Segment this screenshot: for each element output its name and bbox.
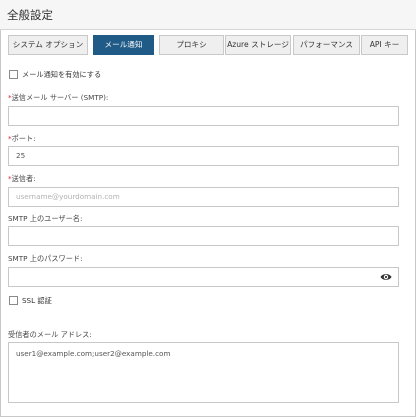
recipients-label: 受信者のメール アドレス: xyxy=(8,330,92,339)
port-input[interactable]: 25 xyxy=(8,146,399,166)
recipients-textarea[interactable]: user1@example.com;user2@example.com xyxy=(8,342,399,403)
tab-performance[interactable]: パフォーマンス xyxy=(293,35,360,55)
tab-proxy[interactable]: プロキシ xyxy=(159,35,224,55)
smtp-server-label: *送信メール サーバー (SMTP): xyxy=(8,93,109,102)
tab-email-notification[interactable]: メール通知 xyxy=(93,35,154,55)
port-label: *ポート: xyxy=(8,134,36,143)
ssl-checkbox[interactable] xyxy=(9,296,18,305)
smtp-user-label: SMTP 上のユーザー名: xyxy=(8,214,83,223)
tab-azure-storage[interactable]: Azure ストレージ xyxy=(225,35,291,55)
smtp-server-input[interactable] xyxy=(8,106,399,126)
smtp-user-input[interactable] xyxy=(8,226,399,246)
eye-icon[interactable] xyxy=(380,271,392,283)
smtp-password-label: SMTP 上のパスワード: xyxy=(8,254,83,263)
smtp-password-input[interactable] xyxy=(8,267,399,287)
window-title: 全般設定 xyxy=(7,8,53,22)
tab-api-key[interactable]: API キー xyxy=(361,35,408,55)
tab-bar: システム オプション メール通知 プロキシ Azure ストレージ パフォーマン… xyxy=(8,35,408,55)
enable-email-label: メール通知を有効にする xyxy=(22,70,102,79)
sender-input[interactable]: username@yourdomain.com xyxy=(8,187,399,207)
sender-label: *送信者: xyxy=(8,174,36,183)
title-bar: 全般設定 xyxy=(0,0,416,30)
enable-email-checkbox[interactable] xyxy=(9,70,18,79)
tab-system-options[interactable]: システム オプション xyxy=(8,35,88,55)
ssl-label: SSL 認証 xyxy=(22,296,52,305)
